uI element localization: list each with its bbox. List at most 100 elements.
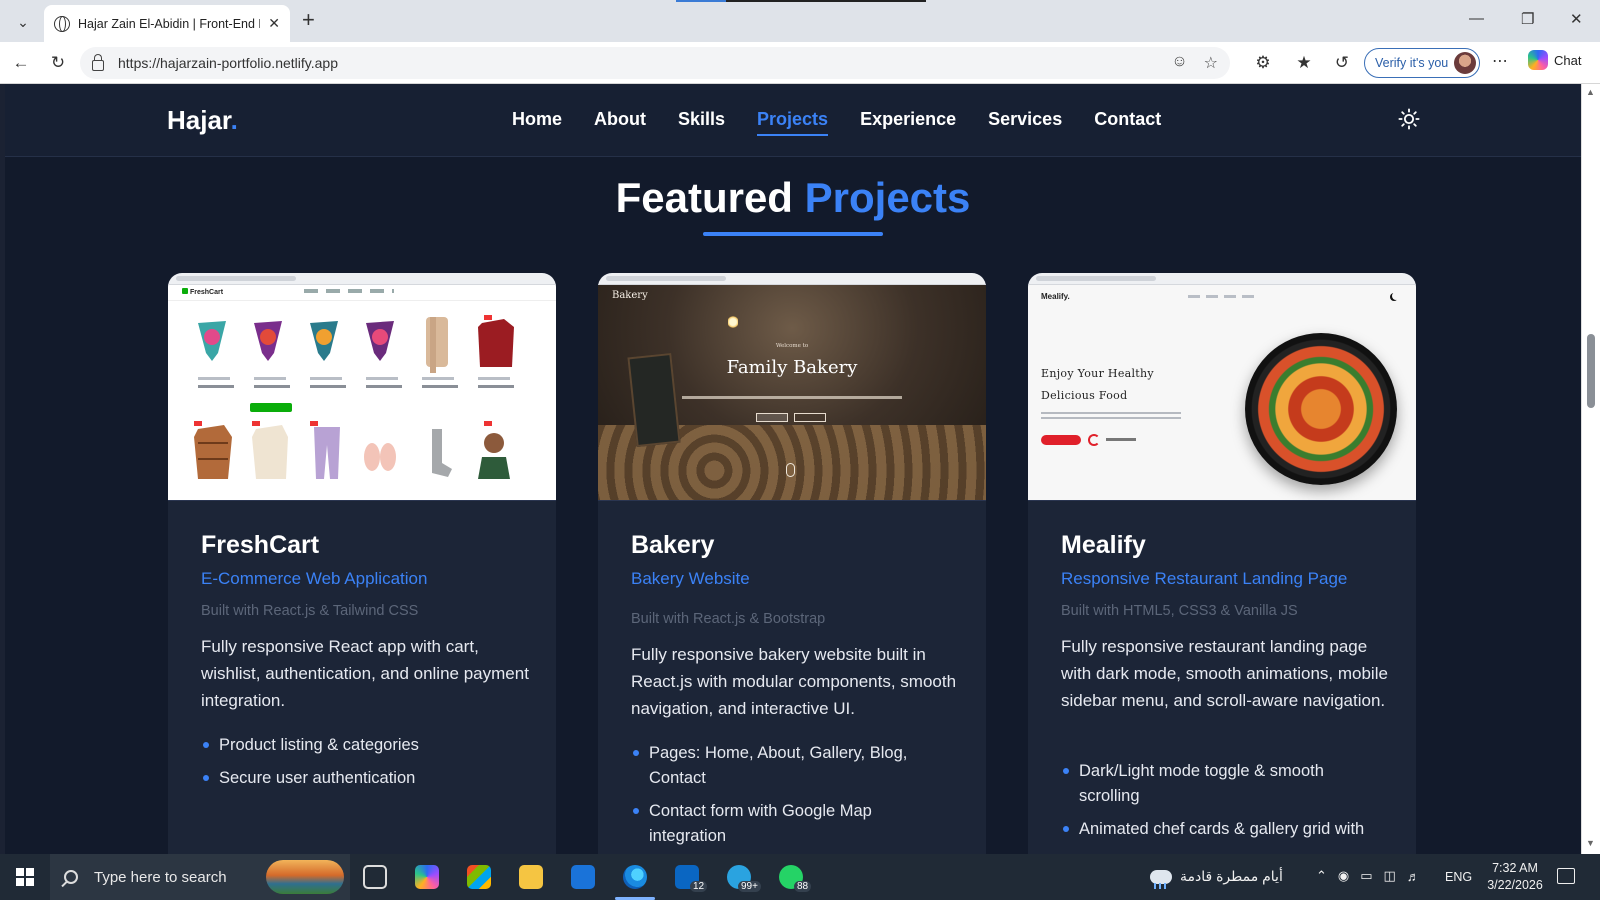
- nav-link-contact[interactable]: Contact: [1094, 109, 1161, 130]
- search-highlight-image[interactable]: [266, 860, 344, 894]
- site-logo[interactable]: Hajar.: [167, 105, 238, 136]
- bakery-preview-button-1: [756, 413, 788, 422]
- reload-icon[interactable]: ↻: [46, 51, 70, 75]
- scroll-down-icon[interactable]: ▼: [1586, 838, 1595, 848]
- close-tab-icon[interactable]: ✕: [268, 15, 280, 32]
- nav-link-about[interactable]: About: [594, 109, 646, 130]
- taskbar-search[interactable]: Type here to search: [50, 854, 350, 900]
- outlook-icon[interactable]: [571, 865, 595, 889]
- restore-window-button[interactable]: ❐: [1521, 10, 1534, 28]
- copilot-chat-button[interactable]: Chat: [1528, 50, 1581, 70]
- nav-link-experience[interactable]: Experience: [860, 109, 956, 130]
- theme-toggle-sun-icon[interactable]: [1398, 108, 1420, 130]
- project-features: Product listing & categories Secure user…: [201, 733, 521, 799]
- project-subtitle: Responsive Restaurant Landing Page: [1061, 569, 1348, 588]
- thumbnail-browser-bar: [168, 273, 556, 285]
- scroll-mouse-icon: [786, 463, 795, 477]
- new-tab-button[interactable]: +: [302, 9, 315, 31]
- moon-icon: [1392, 292, 1400, 300]
- browser-tab[interactable]: Hajar Zain El-Abidin | Front-End De ✕: [44, 5, 290, 42]
- product-pants: [314, 427, 340, 479]
- minimize-window-button[interactable]: —: [1469, 10, 1484, 27]
- project-feature: Pages: Home, About, Gallery, Blog, Conta…: [631, 741, 951, 791]
- globe-icon: [54, 15, 70, 32]
- thumbnail-browser-bar: [1028, 273, 1416, 285]
- project-subtitle: Bakery Website: [631, 569, 750, 588]
- lock-icon[interactable]: [92, 53, 104, 71]
- product-socks: [432, 429, 452, 477]
- history-icon[interactable]: ↺: [1330, 51, 1354, 75]
- project-thumbnail-freshcart[interactable]: FreshCart: [168, 273, 556, 501]
- notifications-icon[interactable]: [1557, 868, 1575, 884]
- show-hidden-icons-icon[interactable]: ⌃: [1316, 868, 1327, 884]
- copilot-taskbar-icon[interactable]: [415, 865, 439, 889]
- page-scrollbar[interactable]: ▲ ▼: [1581, 84, 1600, 854]
- chat-label: Chat: [1554, 52, 1582, 68]
- windows-start-icon[interactable]: [16, 868, 34, 886]
- product-jacket: [194, 425, 232, 479]
- project-features: Dark/Light mode toggle & smooth scrollin…: [1061, 759, 1381, 850]
- food-plate-image: [1245, 333, 1397, 485]
- project-title: FreshCart: [201, 531, 320, 559]
- nav-links: Home About Skills Projects Experience Se…: [512, 109, 1161, 136]
- product-scarf-4: [366, 321, 394, 361]
- more-options-icon[interactable]: ⋯: [1492, 51, 1509, 71]
- microsoft-store-icon[interactable]: [467, 865, 491, 889]
- section-title: Featured Projects: [5, 174, 1581, 222]
- page-load-indicator: [676, 0, 926, 2]
- favorites-icon[interactable]: ★: [1292, 51, 1316, 75]
- extensions-icon[interactable]: ⚙: [1251, 51, 1275, 75]
- battery-icon[interactable]: ▭: [1360, 868, 1372, 884]
- clock-date: 3/22/2026: [1487, 878, 1543, 892]
- input-language[interactable]: ENG: [1445, 870, 1472, 884]
- task-view-icon[interactable]: [363, 865, 387, 889]
- bakery-preview-tagline: [682, 396, 902, 399]
- mealify-preview-order-button: [1041, 435, 1081, 445]
- bakery-preview-logo: Bakery: [612, 290, 648, 301]
- site-navbar: Hajar. Home About Skills Projects Experi…: [5, 84, 1581, 157]
- back-icon[interactable]: ←: [9, 51, 33, 75]
- verify-identity-button[interactable]: Verify it's you: [1364, 48, 1480, 78]
- section-title-underline: [703, 232, 883, 236]
- freshcart-preview-nav: FreshCart: [168, 285, 556, 301]
- project-card-freshcart[interactable]: FreshCart FreshCart E-Commerce Web Appli…: [168, 273, 556, 854]
- address-bar-url[interactable]: https://hajarzain-portfolio.netlify.app: [118, 55, 338, 71]
- logo-dot: .: [230, 105, 238, 135]
- tab-list-button[interactable]: ⌄: [8, 8, 38, 36]
- copilot-icon: [1528, 50, 1548, 70]
- scroll-up-icon[interactable]: ▲: [1586, 87, 1595, 97]
- project-thumbnail-mealify[interactable]: Mealify. Enjoy Your Healthy Delicious Fo…: [1028, 273, 1416, 501]
- nav-link-skills[interactable]: Skills: [678, 109, 725, 130]
- close-window-button[interactable]: ✕: [1570, 10, 1583, 28]
- project-card-mealify[interactable]: Mealify. Enjoy Your Healthy Delicious Fo…: [1028, 273, 1416, 854]
- project-title: Mealify: [1061, 531, 1146, 559]
- edge-browser-icon[interactable]: [623, 865, 647, 889]
- address-bar[interactable]: https://hajarzain-portfolio.netlify.app …: [80, 47, 1230, 79]
- project-description: Fully responsive React app with cart, wi…: [201, 637, 529, 710]
- mealify-preview-watch-text: [1106, 438, 1136, 441]
- telegram-badge: 99+: [738, 881, 761, 892]
- section-title-accent: Projects: [804, 174, 971, 221]
- nav-link-home[interactable]: Home: [512, 109, 562, 130]
- network-globe-icon[interactable]: ◉: [1338, 868, 1349, 884]
- project-tech: Built with HTML5, CSS3 & Vanilla JS: [1061, 603, 1298, 619]
- favorite-star-icon[interactable]: ☆: [1204, 53, 1218, 73]
- chevron-down-icon: ⌄: [17, 13, 29, 30]
- nav-link-projects[interactable]: Projects: [757, 109, 829, 136]
- taskbar-clock[interactable]: 7:32 AM 3/22/2026: [1479, 860, 1551, 894]
- logo-text: Hajar: [167, 105, 231, 135]
- linkedin-badge: 12: [690, 881, 708, 892]
- weather-widget[interactable]: أيام ممطرة قادمة: [1150, 868, 1283, 889]
- scrollbar-thumb[interactable]: [1587, 334, 1595, 408]
- system-tray: ⌃ ◉ ▭ ◫ ♬: [1316, 868, 1420, 884]
- freshcart-preview-logo: FreshCart: [182, 288, 223, 296]
- volume-icon[interactable]: ♬: [1407, 869, 1420, 884]
- nav-link-services[interactable]: Services: [988, 109, 1062, 130]
- file-explorer-icon[interactable]: [519, 865, 543, 889]
- reading-mode-icon[interactable]: ☺: [1171, 53, 1187, 73]
- rain-cloud-icon: [1150, 869, 1172, 889]
- display-icon[interactable]: ◫: [1384, 868, 1396, 884]
- project-card-bakery[interactable]: Bakery Welcome to Family Bakery Bakery B…: [598, 273, 986, 854]
- project-thumbnail-bakery[interactable]: Bakery Welcome to Family Bakery: [598, 273, 986, 501]
- project-description: Fully responsive restaurant landing page…: [1061, 637, 1388, 710]
